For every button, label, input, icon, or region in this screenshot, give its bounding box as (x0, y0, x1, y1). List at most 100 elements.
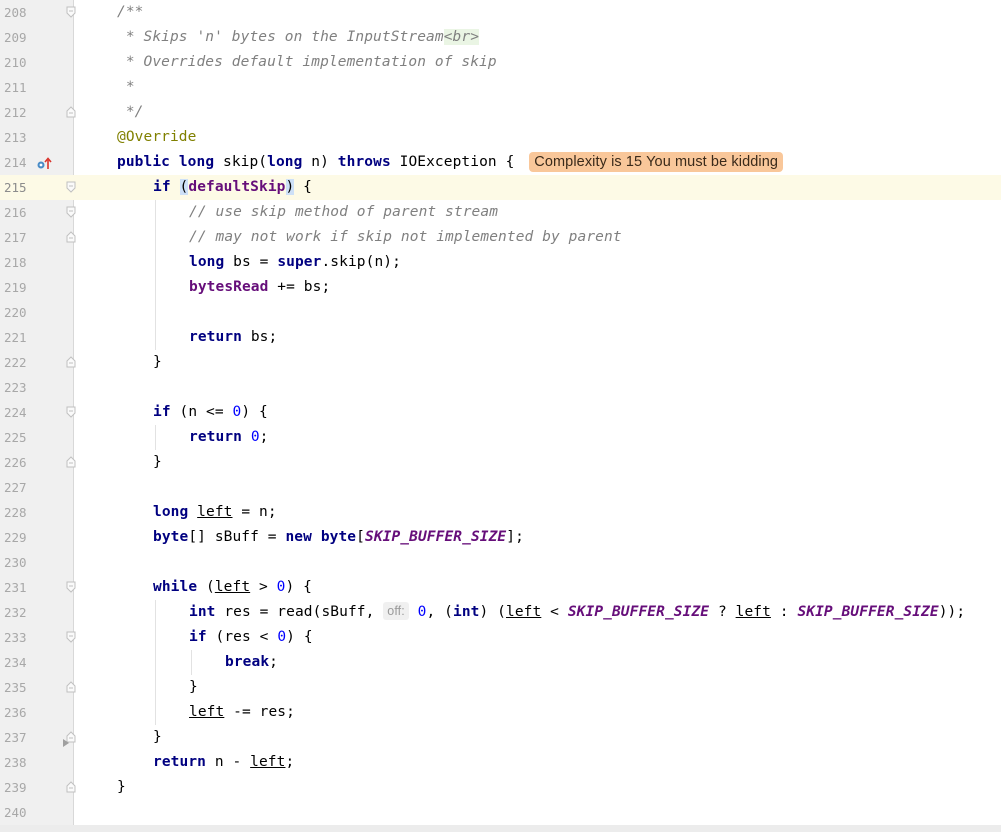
code-line[interactable]: 232 int res = read(sBuff, off: 0, (int) (… (0, 600, 1001, 625)
code-text[interactable]: public long skip(long n) throws IOExcept… (117, 150, 784, 175)
code-text[interactable]: while (left > 0) { (153, 575, 312, 600)
code-line[interactable]: 211 * (0, 75, 1001, 100)
gutter-cell[interactable]: 233 (0, 625, 76, 650)
horizontal-scrollbar[interactable] (0, 825, 1001, 832)
gutter-cell[interactable]: 228 (0, 500, 73, 525)
code-line[interactable]: 234 break; (0, 650, 1001, 675)
gutter-cell[interactable]: 211 (0, 75, 73, 100)
code-line[interactable]: 209 * Skips 'n' bytes on the InputStream… (0, 25, 1001, 50)
code-line[interactable]: 219 bytesRead += bs; (0, 275, 1001, 300)
gutter-cell[interactable]: 209 (0, 25, 73, 50)
code-line[interactable]: 223 (0, 375, 1001, 400)
code-text[interactable]: return bs; (189, 325, 277, 350)
code-line[interactable]: 235} (0, 675, 1001, 700)
code-line[interactable]: 236 left -= res; (0, 700, 1001, 725)
gutter-cell[interactable]: 224 (0, 400, 76, 425)
gutter-cell[interactable]: 225 (0, 425, 73, 450)
code-line[interactable]: 216 // use skip method of parent stream (0, 200, 1001, 225)
code-text[interactable]: return n - left; (153, 750, 294, 775)
code-text[interactable]: // may not work if skip not implemented … (189, 225, 622, 250)
code-line[interactable]: 227 (0, 475, 1001, 500)
code-text[interactable]: if (n <= 0) { (153, 400, 268, 425)
code-text[interactable]: left -= res; (189, 700, 295, 725)
code-line[interactable]: 213 @Override (0, 125, 1001, 150)
code-line[interactable]: 239} (0, 775, 1001, 800)
code-line[interactable]: 214 public long skip(long n) throws IOExc… (0, 150, 1001, 175)
override-method-icon[interactable] (36, 156, 52, 175)
gutter-cell[interactable]: 218 (0, 250, 73, 275)
code-text[interactable]: long bs = super.skip(n); (189, 250, 401, 275)
code-line[interactable]: 230 (0, 550, 1001, 575)
fold-marker-icon[interactable] (66, 781, 76, 793)
fold-marker-icon[interactable] (66, 206, 76, 218)
code-line[interactable]: 238 return n - left; (0, 750, 1001, 775)
code-line[interactable]: 217 // may not work if skip not implement… (0, 225, 1001, 250)
code-text[interactable]: if (res < 0) { (189, 625, 313, 650)
fold-marker-icon[interactable] (66, 681, 76, 693)
code-line[interactable]: 222} (0, 350, 1001, 375)
code-text[interactable]: // use skip method of parent stream (189, 200, 498, 225)
code-text[interactable]: * (117, 75, 135, 100)
gutter-cell[interactable]: 217 (0, 225, 76, 250)
gutter-cell[interactable]: 240 (0, 800, 73, 825)
code-text[interactable]: break; (225, 650, 278, 675)
code-line[interactable]: 224 if (n <= 0) { (0, 400, 1001, 425)
code-line[interactable]: 231 while (left > 0) { (0, 575, 1001, 600)
code-text[interactable]: return 0; (189, 425, 269, 450)
gutter-cell[interactable]: 222 (0, 350, 76, 375)
gutter-cell[interactable]: 214 (0, 150, 73, 175)
gutter-cell[interactable]: 210 (0, 50, 73, 75)
fold-marker-icon[interactable] (66, 106, 76, 118)
code-line[interactable]: 237} (0, 725, 1001, 750)
code-text[interactable]: * Overrides default implementation of sk… (117, 50, 497, 75)
code-line[interactable]: 228 long left = n; (0, 500, 1001, 525)
gutter-cell[interactable]: 213 (0, 125, 73, 150)
gutter-cell[interactable]: 215 (0, 175, 76, 200)
code-text[interactable]: * Skips 'n' bytes on the InputStream<br> (117, 25, 480, 50)
gutter-cell[interactable]: 235 (0, 675, 76, 700)
code-line[interactable]: 212 */ (0, 100, 1001, 125)
code-text[interactable]: } (117, 775, 126, 800)
fold-marker-icon[interactable] (66, 406, 76, 418)
code-line[interactable]: 208 /** (0, 0, 1001, 25)
gutter-cell[interactable]: 221 (0, 325, 73, 350)
code-text[interactable]: bytesRead += bs; (189, 275, 330, 300)
code-text[interactable]: int res = read(sBuff, off: 0, (int) (lef… (189, 600, 965, 625)
code-text[interactable]: } (153, 725, 162, 750)
code-line[interactable]: 218 long bs = super.skip(n); (0, 250, 1001, 275)
code-text[interactable]: @Override (117, 125, 196, 150)
code-text[interactable]: if (defaultSkip) { (153, 175, 312, 200)
gutter-cell[interactable]: 236 (0, 700, 73, 725)
complexity-badge[interactable]: Complexity is 15 You must be kidding (529, 152, 784, 172)
code-text[interactable]: */ (117, 100, 144, 125)
code-editor[interactable]: 208 /** 209 * Skips 'n' bytes on the Input… (0, 0, 1001, 832)
code-line[interactable]: 240 (0, 800, 1001, 825)
code-line[interactable]: 221 return bs; (0, 325, 1001, 350)
code-line[interactable]: 226} (0, 450, 1001, 475)
fold-marker-icon[interactable] (66, 181, 76, 193)
code-line[interactable]: 229 byte[] sBuff = new byte[SKIP_BUFFER_S… (0, 525, 1001, 550)
gutter-cell[interactable]: 223 (0, 375, 73, 400)
gutter-cell[interactable]: 232 (0, 600, 73, 625)
gutter-cell[interactable]: 238 (0, 750, 73, 775)
code-line[interactable]: 210 * Overrides default implementation o… (0, 50, 1001, 75)
code-line[interactable]: 220 (0, 300, 1001, 325)
code-text[interactable]: } (153, 450, 162, 475)
code-text[interactable]: long left = n; (153, 500, 277, 525)
fold-marker-icon[interactable] (66, 356, 76, 368)
gutter-cell[interactable]: 231 (0, 575, 76, 600)
gutter-cell[interactable]: 226 (0, 450, 76, 475)
gutter-cell[interactable]: 229 (0, 525, 73, 550)
gutter-cell[interactable]: 237 (0, 725, 76, 750)
fold-marker-icon[interactable] (66, 631, 76, 643)
gutter-cell[interactable]: 234 (0, 650, 73, 675)
gutter-cell[interactable]: 230 (0, 550, 73, 575)
fold-marker-icon[interactable] (66, 231, 76, 243)
fold-marker-icon[interactable] (66, 6, 76, 18)
gutter-cell[interactable]: 220 (0, 300, 73, 325)
fold-marker-icon[interactable] (66, 456, 76, 468)
code-line[interactable]: 215 if (defaultSkip) { (0, 175, 1001, 200)
fold-marker-icon[interactable] (66, 581, 76, 593)
gutter-cell[interactable]: 239 (0, 775, 76, 800)
gutter-cell[interactable]: 227 (0, 475, 73, 500)
